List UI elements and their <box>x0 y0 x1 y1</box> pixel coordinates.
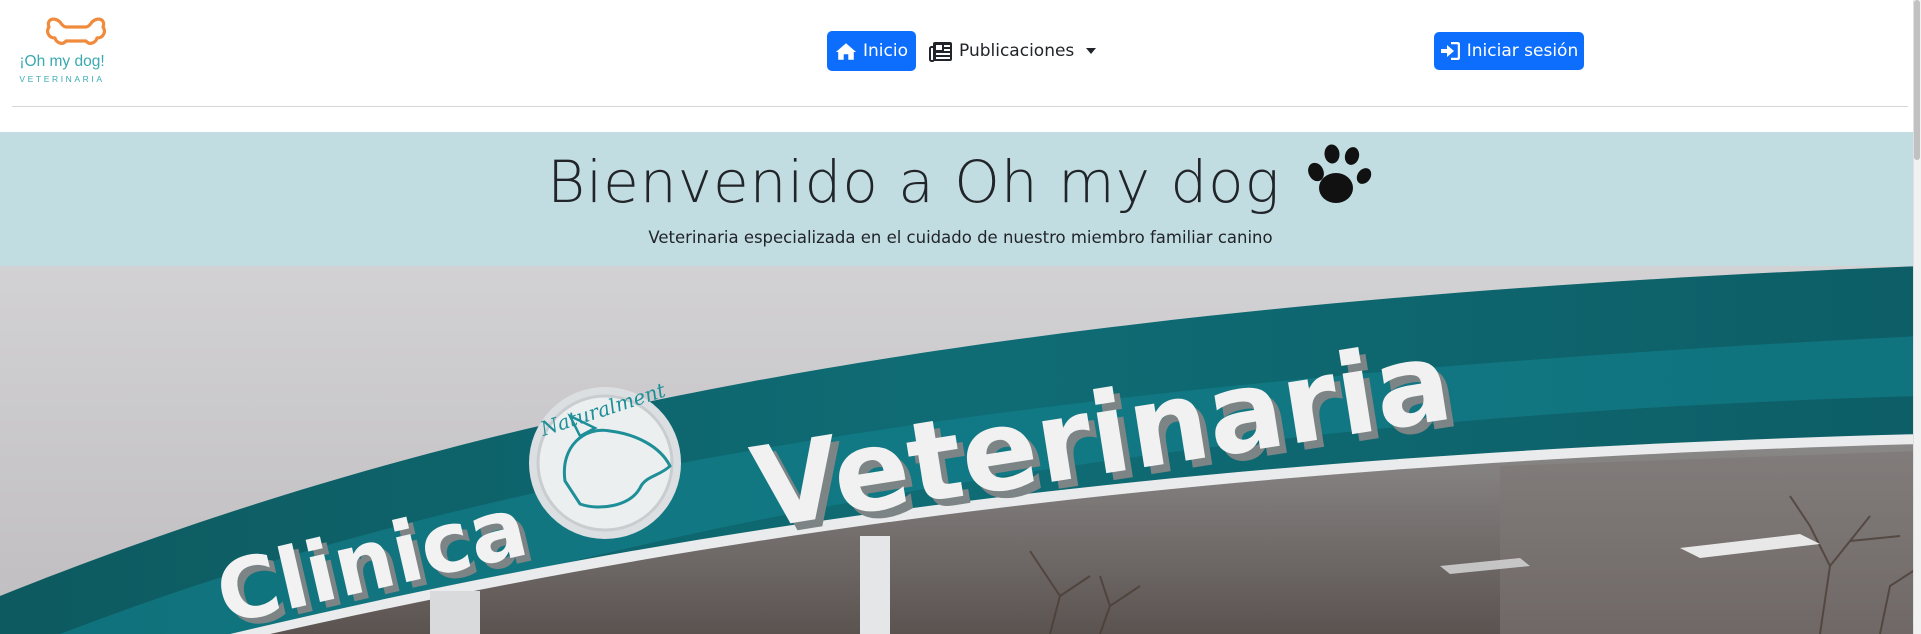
clinic-banner-photo: Naturalment Veterinaria Veterinaria Clin… <box>0 266 1921 634</box>
logo-subtitle: VETERINARIA <box>19 74 105 84</box>
page-scrollbar[interactable] <box>1913 0 1921 634</box>
nav-item-label: Publicaciones <box>959 41 1075 61</box>
brand-logo[interactable]: ¡Oh my dog! VETERINARIA <box>16 16 108 86</box>
page: ¡Oh my dog! VETERINARIA Inicio Publicaci… <box>0 0 1921 634</box>
login-button-label: Iniciar sesión <box>1466 41 1579 61</box>
nav-item-publicaciones-dropdown[interactable]: Publicaciones <box>925 31 1100 71</box>
sign-in-icon <box>1440 42 1460 60</box>
hero-subtitle: Veterinaria especializada en el cuidado … <box>648 228 1273 247</box>
paw-icon <box>1307 144 1372 203</box>
navbar: ¡Oh my dog! VETERINARIA Inicio Publicaci… <box>0 0 1921 107</box>
scrollbar-thumb[interactable] <box>1914 0 1920 160</box>
newspaper-icon <box>929 41 952 62</box>
hero-title: Bienvenido a Oh my dog <box>0 142 1921 216</box>
hero-banner: Bienvenido a Oh my dog Veterinaria espec… <box>0 132 1921 266</box>
logo-name: ¡Oh my dog! <box>19 53 105 70</box>
bone-logo-icon <box>46 17 106 45</box>
hero-title-text: Bienvenido a Oh my dog <box>547 148 1281 216</box>
nav-item-label: Inicio <box>863 41 908 61</box>
login-button[interactable]: Iniciar sesión <box>1434 32 1584 70</box>
navbar-divider <box>12 106 1908 107</box>
home-icon <box>835 42 857 60</box>
nav-item-inicio[interactable]: Inicio <box>827 31 916 71</box>
chevron-down-icon <box>1086 48 1097 54</box>
